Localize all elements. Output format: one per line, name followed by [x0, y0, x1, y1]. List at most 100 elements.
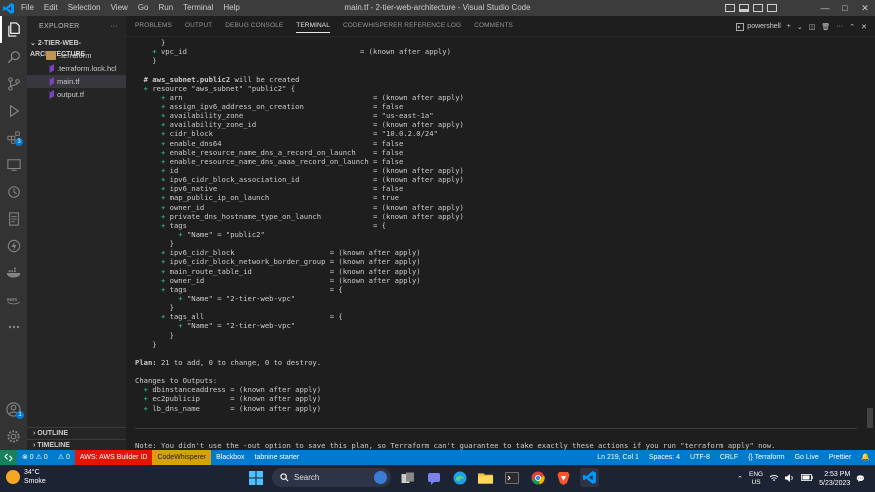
timeline-history-icon[interactable]	[0, 178, 27, 205]
terminal-text: dbinstanceaddress = (known after apply)	[152, 385, 322, 395]
chevron-down-icon: ⌄	[30, 40, 36, 47]
notes-icon[interactable]	[0, 205, 27, 232]
maximize-icon[interactable]: □	[835, 0, 855, 16]
accounts-icon[interactable]: 1	[0, 396, 27, 423]
menu-file[interactable]: File	[16, 0, 39, 16]
tab-problems[interactable]: PROBLEMS	[135, 15, 172, 36]
explorer-sidebar: EXPLORER ··· ⌄ 2-TIER-WEB-ARCHITECTURE ›…	[27, 16, 126, 450]
terminal-line: + enable_resource_name_dns_a_record_on_l…	[135, 148, 855, 157]
diff-add-marker: +	[135, 83, 153, 93]
remote-indicator-icon[interactable]	[0, 450, 17, 465]
weather-widget[interactable]: 34°C Smoke	[6, 468, 46, 486]
toggle-secondary-sidebar-icon[interactable]	[753, 4, 763, 12]
extensions-badge: 3	[15, 138, 23, 146]
terminal-text: owner_id = (known after apply)	[169, 275, 421, 285]
terminal-scrollbar[interactable]	[867, 408, 873, 428]
run-debug-icon[interactable]	[0, 97, 27, 124]
clock[interactable]: 2:53 PM 5/23/2023	[819, 470, 850, 488]
docker-icon[interactable]	[0, 259, 27, 286]
explorer-more-icon[interactable]: ···	[110, 16, 118, 38]
chrome-browser-icon[interactable]	[528, 468, 547, 487]
remote-explorer-icon[interactable]	[0, 151, 27, 178]
status-codewhisperer[interactable]: CodeWhisperer	[152, 450, 212, 465]
tab-terminal[interactable]: TERMINAL	[296, 15, 330, 36]
notifications-bell-icon[interactable]: 🔔	[856, 450, 875, 465]
status-language[interactable]: {} Terraform	[743, 450, 789, 465]
windows-start-icon[interactable]	[246, 468, 265, 487]
menu-help[interactable]: Help	[218, 0, 244, 16]
trash-icon[interactable]: 🗑	[821, 23, 830, 31]
extensions-icon[interactable]: 3	[0, 124, 27, 151]
menu-go[interactable]: Go	[133, 0, 154, 16]
more-views-icon[interactable]	[0, 313, 27, 340]
toggle-panel-icon[interactable]	[739, 4, 749, 12]
terminal-line: + arn = (known after apply)	[135, 93, 855, 102]
tab-codewhisperer-reference-log[interactable]: CODEWHISPERER REFERENCE LOG	[343, 15, 461, 36]
status-encoding[interactable]: UTF-8	[685, 450, 715, 465]
source-control-icon[interactable]	[0, 70, 27, 97]
notification-center-icon[interactable]: 💬	[856, 475, 865, 483]
input-language[interactable]: ENG US	[749, 471, 763, 487]
toggle-sidebar-icon[interactable]	[725, 4, 735, 12]
vscode-taskbar-icon[interactable]	[580, 468, 599, 487]
brave-browser-icon[interactable]	[554, 468, 573, 487]
status-tabnine[interactable]: tabnine starter	[250, 450, 305, 465]
new-terminal-button[interactable]: +	[787, 23, 791, 30]
volume-icon[interactable]	[785, 473, 795, 484]
lightning-icon[interactable]	[0, 232, 27, 259]
chevron-down-icon[interactable]: ⌄	[797, 23, 803, 31]
status-problems[interactable]: ⊗ 0 ⚠ 0	[17, 450, 53, 465]
aws-icon[interactable]: aws	[0, 286, 27, 313]
terminal-shell-selector[interactable]: powershell	[736, 22, 781, 31]
status-eol[interactable]: CRLF	[715, 450, 743, 465]
tab-comments[interactable]: COMMENTS	[474, 15, 513, 36]
wifi-icon[interactable]	[769, 474, 779, 484]
split-terminal-icon[interactable]: ◫	[809, 23, 816, 31]
status-warnings[interactable]: ⚠ 0	[53, 450, 75, 465]
edge-browser-icon[interactable]	[450, 468, 469, 487]
minimize-icon[interactable]: —	[815, 0, 835, 16]
taskbar-search[interactable]: Search	[272, 468, 391, 487]
diff-add-marker: +	[135, 120, 170, 130]
tab-output[interactable]: OUTPUT	[185, 15, 212, 36]
chevron-right-icon: ›	[33, 442, 36, 449]
terminal-output[interactable]: } + vpc_id = (known after apply) } # aws…	[135, 38, 855, 413]
customize-layout-icon[interactable]	[767, 4, 777, 12]
maximize-panel-icon[interactable]: ⌃	[849, 23, 855, 31]
outline-section[interactable]: › OUTLINE	[27, 427, 126, 439]
status-prettier[interactable]: Prettier	[824, 450, 857, 465]
status-blackbox[interactable]: Blackbox	[211, 450, 249, 465]
clock-date: 5/23/2023	[819, 479, 851, 487]
menu-terminal[interactable]: Terminal	[178, 0, 218, 16]
menu-edit[interactable]: Edit	[39, 0, 63, 16]
tray-overflow-icon[interactable]: ⌃	[737, 475, 743, 483]
task-view-icon[interactable]	[398, 468, 417, 487]
battery-icon[interactable]	[801, 474, 813, 483]
tree-item-output-tf[interactable]: output.tf	[27, 88, 126, 101]
teams-chat-icon[interactable]	[424, 468, 443, 487]
tree-item-lock-file[interactable]: .terraform.lock.hcl	[27, 62, 126, 75]
search-icon[interactable]	[0, 43, 27, 70]
menu-bar: File Edit Selection View Go Run Terminal…	[16, 0, 245, 16]
folder-icon	[46, 51, 56, 60]
project-root[interactable]: ⌄ 2-TIER-WEB-ARCHITECTURE	[27, 38, 126, 58]
close-icon[interactable]: ✕	[855, 0, 875, 16]
menu-selection[interactable]: Selection	[63, 0, 106, 16]
terminal-app-icon[interactable]	[502, 468, 521, 487]
menu-view[interactable]: View	[106, 0, 133, 16]
menu-run[interactable]: Run	[153, 0, 178, 16]
status-indentation[interactable]: Spaces: 4	[644, 450, 685, 465]
settings-gear-icon[interactable]	[0, 423, 27, 450]
status-go-live[interactable]: Go Live	[790, 450, 824, 465]
status-aws[interactable]: AWS: AWS Builder ID	[74, 450, 153, 465]
panel-more-button[interactable]: ···	[836, 23, 843, 30]
timeline-label: TIMELINE	[37, 442, 70, 449]
file-explorer-icon[interactable]	[476, 468, 495, 487]
tree-item-terraform-folder[interactable]: › .terraform	[27, 49, 126, 62]
tree-item-main-tf[interactable]: main.tf	[27, 75, 126, 88]
status-cursor-position[interactable]: Ln 219, Col 1	[592, 450, 644, 465]
close-panel-icon[interactable]: ✕	[861, 23, 867, 31]
explorer-icon[interactable]	[0, 16, 27, 43]
tab-debug-console[interactable]: DEBUG CONSOLE	[225, 15, 283, 36]
